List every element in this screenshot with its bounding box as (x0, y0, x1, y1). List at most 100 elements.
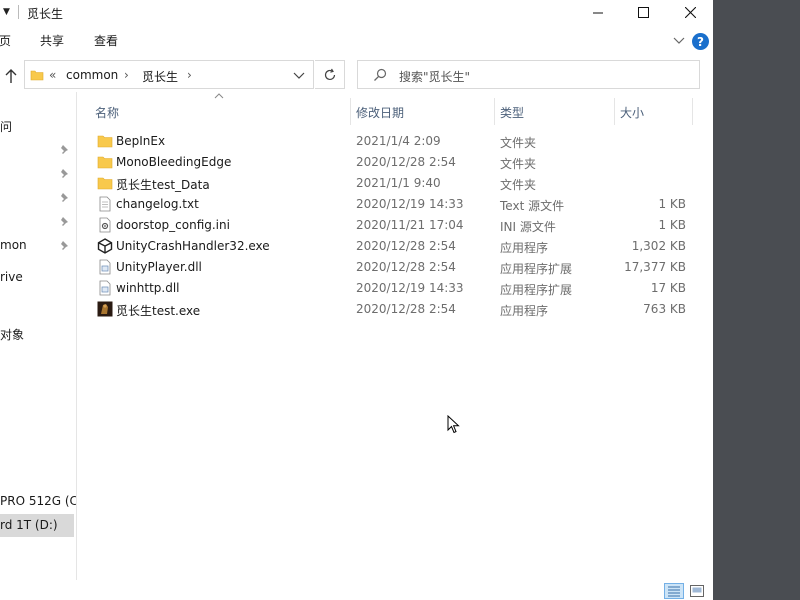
quick-access-dropdown-icon[interactable]: ▼ (3, 7, 10, 17)
file-type: INI 源文件 (500, 220, 556, 234)
file-date: 2021/1/1 9:40 (356, 176, 441, 190)
file-size: 763 KB (643, 302, 686, 316)
file-type: 应用程序扩展 (500, 283, 573, 297)
close-button[interactable] (667, 0, 713, 25)
file-type: 文件夹 (500, 157, 537, 171)
column-divider[interactable] (494, 98, 495, 125)
folder-icon (97, 156, 113, 169)
file-size: 1 KB (658, 218, 686, 232)
file-size: 17 KB (650, 281, 686, 295)
column-header-type[interactable]: 类型 (500, 104, 524, 121)
column-divider[interactable] (614, 98, 615, 125)
text-file-icon (99, 196, 111, 212)
maximize-button[interactable] (620, 0, 666, 25)
window-title: 觅长生 (27, 7, 64, 21)
breadcrumb-overflow[interactable]: « (49, 68, 56, 82)
large-icons-view-icon[interactable] (689, 583, 705, 599)
column-header-date[interactable]: 修改日期 (356, 104, 404, 121)
navigation-bar: « common › 觅长生 › 搜索"觅长生" (0, 60, 713, 92)
title-separator (18, 5, 19, 19)
config-file-icon (99, 217, 111, 233)
close-icon (684, 7, 696, 18)
address-dropdown-icon[interactable] (293, 70, 305, 80)
nav-item-common[interactable]: mon (0, 238, 27, 252)
nav-item-drive-d[interactable]: rd 1T (D:) (0, 518, 58, 532)
pin-icon[interactable] (59, 144, 71, 156)
file-row[interactable]: UnityPlayer.dll 2020/12/28 2:54 应用程序扩展 1… (77, 257, 697, 278)
file-name: changelog.txt (116, 197, 199, 211)
column-header-size[interactable]: 大小 (620, 104, 644, 121)
expand-ribbon-chevron-icon[interactable] (672, 34, 686, 46)
file-name: MonoBleedingEdge (116, 155, 232, 169)
file-row[interactable]: BepInEx 2021/1/4 2:09 文件夹 (77, 131, 697, 152)
folder-icon (97, 177, 113, 190)
tab-share[interactable]: 共享 (40, 32, 64, 49)
file-type: 应用程序扩展 (500, 262, 573, 276)
file-row[interactable]: changelog.txt 2020/12/19 14:33 Text 源文件 … (77, 194, 697, 215)
file-date: 2020/11/21 17:04 (356, 218, 464, 232)
file-name: 觅长生test_Data (116, 178, 210, 192)
file-name: 觅长生test.exe (116, 304, 201, 318)
breadcrumb-chevron-icon[interactable]: › (187, 68, 192, 82)
mouse-cursor-icon (447, 415, 460, 434)
address-bar[interactable]: « common › 觅长生 › (24, 60, 314, 89)
file-date: 2020/12/28 2:54 (356, 260, 456, 274)
file-name: UnityPlayer.dll (116, 260, 202, 274)
breadcrumb-current[interactable]: 觅长生 (142, 68, 178, 85)
breadcrumb-common[interactable]: common (66, 68, 118, 82)
title-bar: ▼ 觅长生 (0, 0, 713, 25)
file-date: 2020/12/28 2:54 (356, 302, 456, 316)
navigation-pane: 问 mon rive 对象 PRO 512G (C: rd 1T (D:) (0, 92, 77, 580)
dll-file-icon (99, 280, 111, 296)
explorer-window: ▼ 觅长生 页 共享 查看 ? « common › 觅长生 › 搜索"觅长生"… (0, 0, 713, 600)
tab-view[interactable]: 查看 (94, 32, 118, 49)
pin-icon[interactable] (59, 192, 71, 204)
search-icon (374, 68, 387, 81)
pin-icon[interactable] (59, 216, 71, 228)
folder-icon (30, 70, 44, 81)
minimize-button[interactable] (575, 0, 621, 25)
minimize-icon (593, 12, 603, 13)
search-placeholder: 搜索"觅长生" (399, 70, 471, 84)
file-date: 2020/12/28 2:54 (356, 239, 456, 253)
file-name: winhttp.dll (116, 281, 180, 295)
column-header-name[interactable]: 名称 (95, 104, 119, 121)
help-icon[interactable]: ? (692, 33, 709, 50)
file-type: 文件夹 (500, 136, 537, 150)
game-exe-icon (97, 301, 113, 317)
file-type: 应用程序 (500, 304, 549, 318)
file-row[interactable]: MonoBleedingEdge 2020/12/28 2:54 文件夹 (77, 152, 697, 173)
file-row[interactable]: 觅长生test_Data 2021/1/1 9:40 文件夹 (77, 173, 697, 194)
pin-icon[interactable] (59, 168, 71, 180)
nav-item-onedrive[interactable]: rive (0, 270, 23, 284)
details-view-icon (668, 586, 680, 597)
file-row[interactable]: 觅长生test.exe 2020/12/28 2:54 应用程序 763 KB (77, 299, 697, 320)
file-size: 17,377 KB (624, 260, 686, 274)
search-box[interactable]: 搜索"觅长生" (357, 60, 700, 89)
file-size: 1 KB (658, 197, 686, 211)
maximize-icon (637, 7, 649, 18)
file-name: UnityCrashHandler32.exe (116, 239, 270, 253)
breadcrumb-chevron-icon[interactable]: › (124, 68, 129, 82)
file-row[interactable]: doorstop_config.ini 2020/11/21 17:04 INI… (77, 215, 697, 236)
nav-item-recent[interactable]: 问 (0, 118, 12, 135)
sort-ascending-icon (214, 93, 224, 99)
tab-home[interactable]: 页 (0, 32, 11, 49)
column-divider[interactable] (692, 98, 693, 125)
file-row[interactable]: winhttp.dll 2020/12/19 14:33 应用程序扩展 17 K… (77, 278, 697, 299)
file-date: 2020/12/19 14:33 (356, 281, 464, 295)
file-name: BepInEx (116, 134, 166, 148)
file-list-pane: 名称 修改日期 类型 大小 BepInEx 2021/1/4 2:09 文件夹 (77, 92, 713, 580)
file-size: 1,302 KB (631, 239, 686, 253)
nav-item-drive-c[interactable]: PRO 512G (C: (0, 494, 76, 508)
file-type: Text 源文件 (500, 199, 565, 213)
unity-icon (97, 238, 113, 254)
file-row[interactable]: UnityCrashHandler32.exe 2020/12/28 2:54 … (77, 236, 697, 257)
column-divider[interactable] (350, 98, 351, 125)
file-date: 2021/1/4 2:09 (356, 134, 441, 148)
up-arrow-icon[interactable] (4, 68, 18, 84)
nav-item-3d-objects[interactable]: 对象 (0, 326, 24, 343)
details-view-button[interactable] (664, 583, 684, 599)
refresh-button[interactable] (315, 60, 345, 89)
pin-icon[interactable] (59, 240, 71, 252)
